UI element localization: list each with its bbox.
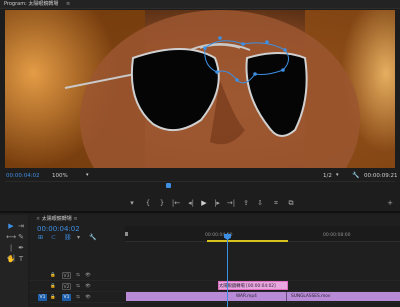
- timeline-playhead[interactable]: [227, 233, 228, 307]
- slip-tool-icon[interactable]: |↔|: [6, 243, 16, 262]
- timeline-timecode[interactable]: 00:00:04:02: [37, 225, 80, 233]
- program-timecode-duration: 00:00:09:21: [364, 173, 398, 179]
- add-marker-icon[interactable]: ▾: [126, 196, 138, 210]
- clip-war[interactable]: WAR.mp4: [126, 292, 286, 301]
- mark-out-icon[interactable]: }: [156, 196, 168, 210]
- export-frame-icon[interactable]: ⌗: [270, 196, 282, 210]
- clip-nested-sequence[interactable]: 太陽眼鏡轉場 [00:00:04:02]: [218, 281, 288, 290]
- play-icon[interactable]: ▶: [198, 196, 210, 210]
- mark-in-icon[interactable]: {: [142, 196, 154, 210]
- zoom-dropdown-icon[interactable]: ▾: [86, 172, 89, 178]
- hand-tool-icon[interactable]: ✋: [6, 254, 16, 264]
- eye-icon[interactable]: 👁: [84, 294, 92, 301]
- sync-lock-icon[interactable]: ⇆: [74, 283, 82, 290]
- clip-sunglasses[interactable]: SUNGLASSES.mov: [286, 292, 400, 301]
- zoom-select[interactable]: 100%: [52, 173, 68, 179]
- step-forward-icon[interactable]: |▸: [211, 196, 223, 210]
- linked-selection-icon[interactable]: ⛓: [64, 234, 72, 241]
- lock-icon[interactable]: 🔒: [50, 294, 56, 301]
- razor-tool-icon[interactable]: ✎: [16, 232, 26, 242]
- step-back-icon[interactable]: ◂|: [185, 196, 197, 210]
- program-monitor-header: [0, 0, 400, 9]
- program-monitor-video: [5, 10, 395, 168]
- extract-icon[interactable]: ⇩: [254, 196, 266, 210]
- program-monitor-title[interactable]: Program: 太陽眼鏡轉場: [4, 0, 58, 9]
- timeline-settings-icon[interactable]: 🔧: [89, 234, 96, 241]
- wrench-icon[interactable]: 🔧: [352, 172, 359, 179]
- work-area-bar[interactable]: [207, 240, 288, 242]
- track-row-v3: 🔒 V3 ⇆ 👁: [30, 270, 400, 281]
- lock-icon[interactable]: 🔒: [50, 283, 56, 290]
- timeline-tab[interactable]: × 太陽眼鏡轉場 ≡: [36, 215, 78, 224]
- eye-icon[interactable]: 👁: [84, 283, 92, 290]
- ruler-start-marker: [125, 232, 128, 236]
- selection-tool-icon[interactable]: ▶: [6, 221, 16, 231]
- track-label-v3[interactable]: V3: [62, 272, 71, 279]
- transport-controls: ▾ { } |← ◂| ▶ |▸ →| ⇪ ⇩ ⌗ ⧉ +: [0, 196, 400, 210]
- ripple-edit-tool-icon[interactable]: ⟷: [6, 232, 16, 242]
- program-scrubber[interactable]: [5, 181, 395, 188]
- track-row-v2: 🔒 V2 ⇆ 👁 太陽眼鏡轉場 [00:00:04:02]: [30, 281, 400, 292]
- program-timecode-current[interactable]: 00:00:04:02: [6, 173, 40, 179]
- program-playhead-marker[interactable]: [166, 183, 171, 188]
- eye-icon[interactable]: 👁: [84, 272, 92, 279]
- panel-menu-icon[interactable]: ≡: [66, 0, 70, 9]
- sync-lock-icon[interactable]: ⇆: [74, 294, 82, 301]
- tools-panel: ▶ ⇥ ⟷ ✎ |↔| ✒ ✋ T: [0, 215, 28, 307]
- track-select-tool-icon[interactable]: ⇥: [16, 221, 26, 231]
- timeline-tab-label: 太陽眼鏡轉場: [41, 216, 72, 222]
- track-label-v2[interactable]: V2: [62, 283, 71, 290]
- go-to-out-icon[interactable]: →|: [225, 196, 237, 210]
- comparison-view-icon[interactable]: ⧉: [285, 196, 297, 210]
- button-editor-icon[interactable]: +: [384, 196, 396, 210]
- lift-icon[interactable]: ⇪: [240, 196, 252, 210]
- ruler-label: 00:00:08:00: [323, 233, 351, 238]
- type-tool-icon[interactable]: T: [16, 254, 26, 264]
- source-patch-v1[interactable]: V1: [38, 294, 47, 301]
- resolution-select[interactable]: 1/2: [323, 173, 332, 179]
- tab-menu-icon[interactable]: ≡: [72, 216, 77, 222]
- pen-tool-icon[interactable]: ✒: [16, 243, 26, 253]
- track-label-v1[interactable]: V1: [62, 294, 71, 301]
- resolution-dropdown-icon[interactable]: ▾: [336, 172, 339, 178]
- add-marker-timeline-icon[interactable]: ▾: [77, 234, 80, 241]
- lock-icon[interactable]: 🔒: [50, 272, 56, 279]
- snap-icon[interactable]: ⊂: [51, 234, 56, 241]
- nest-toggle-icon[interactable]: ⊞: [38, 234, 43, 241]
- track-row-v1: V1 🔒 V1 ⇆ 👁 WAR.mp4 SUNGLASSES.mov: [30, 292, 400, 303]
- panel-divider: [0, 211, 400, 213]
- go-to-in-icon[interactable]: |←: [170, 196, 182, 210]
- sync-lock-icon[interactable]: ⇆: [74, 272, 82, 279]
